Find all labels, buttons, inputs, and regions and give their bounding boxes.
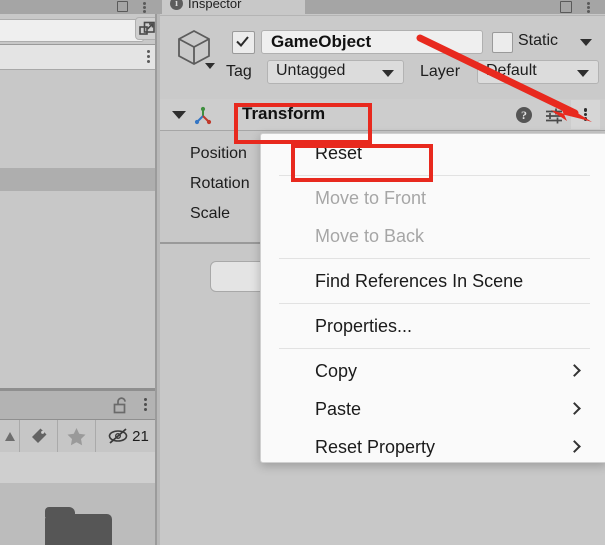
layer-label: Layer bbox=[420, 63, 461, 80]
project-panel-kebab-icon[interactable] bbox=[144, 398, 147, 411]
toolbar-button-tag[interactable] bbox=[20, 420, 58, 452]
chevron-right-icon bbox=[570, 440, 578, 453]
toolbar-visibility-count[interactable]: 21 bbox=[96, 420, 160, 452]
chevron-down-icon bbox=[577, 70, 589, 77]
menu-item-label: Find References In Scene bbox=[315, 270, 524, 291]
tag-value: Untagged bbox=[276, 62, 346, 79]
checkmark-icon bbox=[236, 36, 249, 47]
expand-icon bbox=[139, 21, 155, 35]
project-path-strip bbox=[0, 452, 160, 484]
menu-item-label: Move to Front bbox=[315, 187, 427, 208]
transform-scale-label: Scale bbox=[190, 205, 231, 222]
toolbar-button-triangle[interactable] bbox=[0, 420, 20, 452]
transform-icon bbox=[194, 106, 212, 125]
breadcrumb bbox=[0, 45, 160, 70]
search-input[interactable] bbox=[0, 19, 144, 42]
toolbar-button-favorite[interactable] bbox=[58, 420, 96, 452]
static-checkbox[interactable] bbox=[492, 32, 513, 53]
panel-kebab-menu-icon[interactable] bbox=[143, 2, 146, 13]
inspector-kebab-menu-icon[interactable] bbox=[587, 2, 590, 13]
folder-icon[interactable] bbox=[45, 507, 112, 545]
menu-item-label: Move to Back bbox=[315, 225, 425, 246]
static-flags-dropdown-caret[interactable] bbox=[580, 39, 592, 46]
menu-item-find-references-in-scene[interactable]: Find References In Scene bbox=[261, 262, 605, 300]
menu-item-paste[interactable]: Paste bbox=[261, 390, 605, 428]
chevron-right-icon bbox=[570, 364, 578, 377]
menu-item-reset-property[interactable]: Reset Property bbox=[261, 428, 605, 462]
menu-separator bbox=[279, 303, 590, 304]
menu-item-reset[interactable]: Reset bbox=[261, 134, 605, 172]
menu-item-label: Paste bbox=[315, 398, 362, 419]
help-icon[interactable]: ? bbox=[516, 107, 532, 123]
transform-title: Transform bbox=[242, 104, 326, 123]
left-panel-tabstrip bbox=[0, 0, 160, 14]
gameobject-name-field[interactable] bbox=[261, 30, 483, 54]
transform-rotation-label: Rotation bbox=[190, 175, 250, 192]
inspector-tabstrip: i Inspector bbox=[160, 0, 605, 14]
layer-dropdown[interactable]: Default bbox=[477, 60, 599, 84]
menu-item-move-to-front[interactable]: Move to Front bbox=[261, 179, 605, 217]
menu-item-label: Reset bbox=[315, 142, 363, 163]
static-label: Static bbox=[518, 32, 559, 49]
visibility-count-label: 21 bbox=[132, 427, 149, 445]
menu-separator bbox=[279, 348, 590, 349]
transform-foldout-caret[interactable] bbox=[172, 111, 186, 119]
hierarchy-list[interactable] bbox=[0, 70, 160, 388]
layer-value: Default bbox=[486, 62, 537, 79]
triangle-icon bbox=[4, 432, 15, 441]
menu-separator bbox=[279, 258, 590, 259]
tag-dropdown[interactable]: Untagged bbox=[267, 60, 404, 84]
transform-component-header[interactable]: Transform ? bbox=[160, 99, 605, 131]
menu-item-label: Properties... bbox=[315, 315, 413, 336]
tag-label: Tag bbox=[226, 63, 252, 80]
menu-separator bbox=[279, 175, 590, 176]
unity-editor-screenshot: 21 i Inspector GameObject Static Tag Unt… bbox=[0, 0, 605, 545]
transform-kebab-menu-button[interactable] bbox=[571, 100, 600, 129]
info-icon: i bbox=[170, 0, 183, 10]
menu-item-properties[interactable]: Properties... bbox=[261, 307, 605, 345]
gameobject-header: Static Tag Untagged Layer Default bbox=[160, 15, 605, 100]
project-panel-toolbar bbox=[0, 391, 160, 420]
menu-item-copy[interactable]: Copy bbox=[261, 352, 605, 390]
tab-inspector-label: Inspector bbox=[188, 0, 242, 11]
gameobject-active-checkbox[interactable] bbox=[232, 31, 255, 54]
menu-item-move-to-back[interactable]: Move to Back bbox=[261, 217, 605, 255]
left-panel-searchbar bbox=[0, 14, 160, 45]
inspector-maximize-icon[interactable] bbox=[560, 1, 572, 13]
transform-context-menu[interactable]: Reset Move to Front Move to Back Find Re… bbox=[260, 133, 605, 463]
list-item[interactable] bbox=[0, 168, 160, 191]
tab-inspector[interactable]: i Inspector bbox=[162, 0, 305, 14]
chevron-right-icon bbox=[570, 402, 578, 415]
preset-icon[interactable] bbox=[545, 107, 563, 125]
star-icon bbox=[67, 427, 86, 445]
gameobject-cube-icon bbox=[178, 29, 210, 66]
transform-position-label: Position bbox=[190, 145, 247, 162]
maximize-icon[interactable] bbox=[117, 1, 128, 12]
project-grid-area[interactable] bbox=[0, 483, 160, 545]
eye-off-icon bbox=[108, 428, 128, 444]
menu-item-label: Copy bbox=[315, 360, 358, 381]
hierarchy-project-panel: 21 bbox=[0, 0, 160, 545]
chevron-down-icon bbox=[382, 70, 394, 77]
breadcrumb-kebab-icon[interactable] bbox=[147, 50, 150, 63]
kebab-menu-icon bbox=[583, 107, 588, 122]
scene-visibility-toolbar: 21 bbox=[0, 420, 160, 453]
lock-open-icon[interactable] bbox=[113, 397, 128, 414]
gameobject-icon-dropdown-caret[interactable] bbox=[205, 63, 215, 69]
menu-item-label: Reset Property bbox=[315, 436, 436, 457]
tag-icon bbox=[31, 428, 46, 443]
